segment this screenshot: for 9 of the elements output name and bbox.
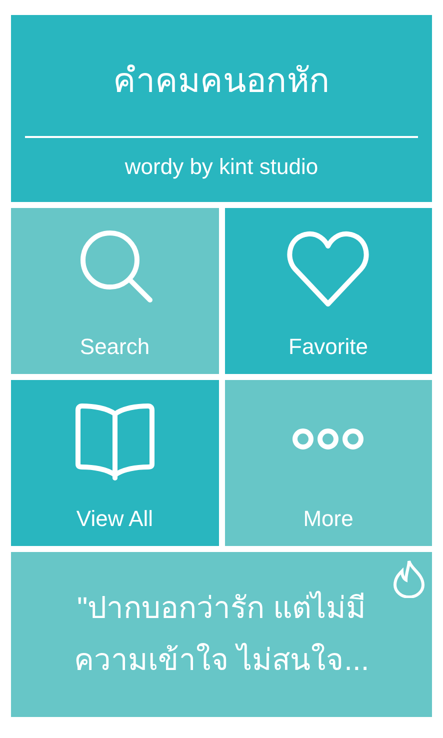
quote-panel[interactable]: "ปากบอกว่ารัก แต่ไม่มี ความเข้าใจ ไม่สนใจ... xyxy=(11,552,432,717)
quote-text: "ปากบอกว่ารัก แต่ไม่มี ความเข้าใจ ไม่สนใจ... xyxy=(72,590,370,678)
menu-tile[interactable]: Search xyxy=(11,208,218,374)
menu-tile[interactable]: View All xyxy=(11,380,218,546)
menu-tile[interactable]: Favorite xyxy=(224,208,432,374)
app-subtitle: wordy by kint studio xyxy=(124,153,318,181)
menu-tile[interactable]: More xyxy=(224,380,432,546)
flame-icon xyxy=(392,558,426,598)
app-title: คำคมคนอกหัก xyxy=(113,61,330,102)
